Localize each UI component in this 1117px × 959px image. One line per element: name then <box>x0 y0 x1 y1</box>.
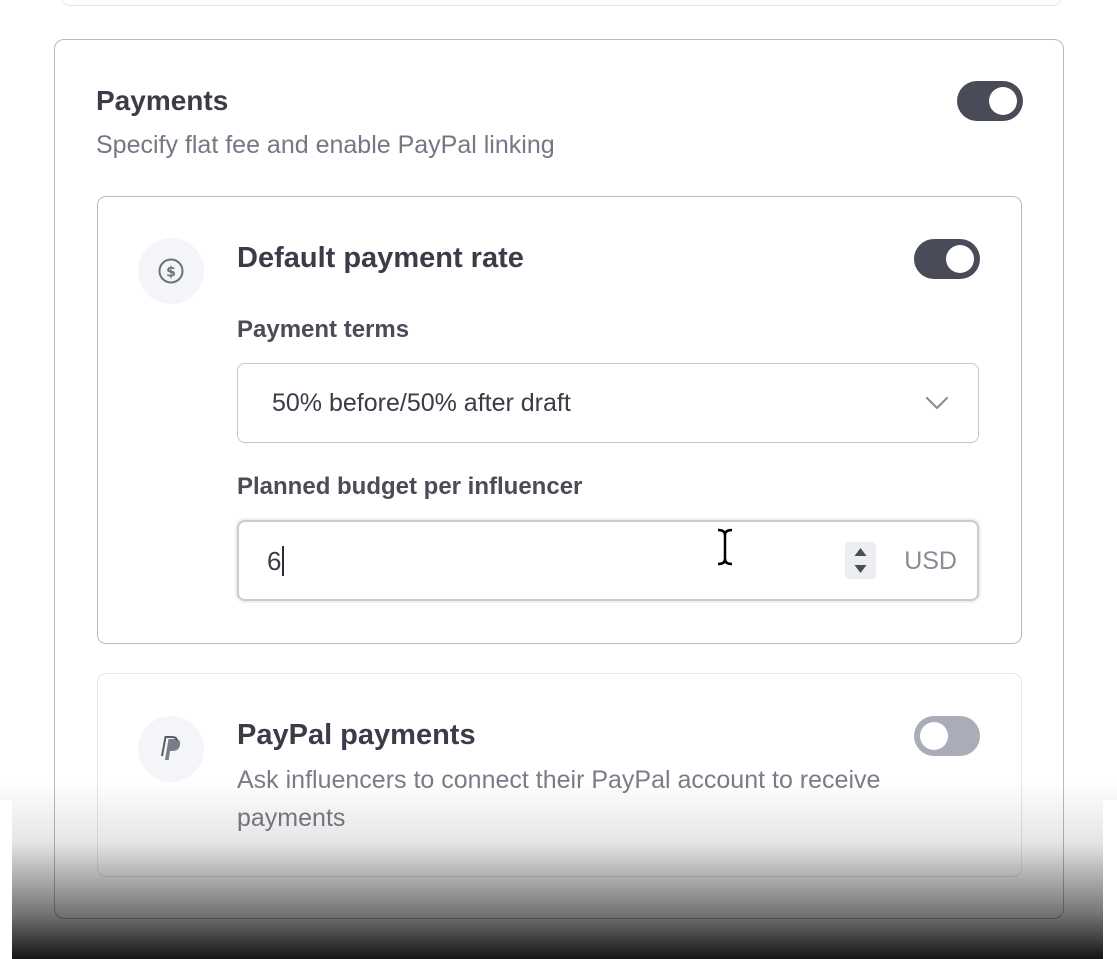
text-caret <box>282 546 285 576</box>
dollar-circle-icon: $ <box>138 238 204 304</box>
toggle-knob <box>946 245 974 273</box>
default-payment-rate-toggle[interactable] <box>914 239 980 279</box>
default-payment-rate-title: Default payment rate <box>237 242 524 274</box>
chevron-down-icon <box>924 390 950 421</box>
payments-toggle[interactable] <box>957 81 1023 121</box>
paypal-payments-description: Ask influencers to connect their PayPal … <box>237 766 881 832</box>
planned-budget-label: Planned budget per influencer <box>237 473 583 500</box>
planned-budget-input[interactable]: 6 USD <box>237 520 979 601</box>
planned-budget-value: 6 <box>267 544 285 578</box>
toggle-knob <box>989 87 1017 115</box>
number-stepper[interactable] <box>845 542 876 579</box>
paypal-icon <box>138 716 204 782</box>
svg-text:$: $ <box>166 265 176 281</box>
payments-subtitle: Specify flat fee and enable PayPal linki… <box>96 131 555 159</box>
payment-terms-value: 50% before/50% after draft <box>272 389 571 417</box>
text-cursor-icon <box>712 527 738 572</box>
payments-title: Payments <box>96 85 229 116</box>
currency-unit: USD <box>904 547 957 575</box>
paypal-payments-title: PayPal payments <box>237 719 476 751</box>
frame-edge-right <box>1103 800 1117 959</box>
paypal-payments-toggle[interactable] <box>914 716 980 756</box>
toggle-knob <box>920 722 948 750</box>
stepper-up-icon <box>854 548 867 556</box>
previous-section-card <box>60 0 1062 6</box>
frame-edge-left <box>0 800 12 959</box>
payment-terms-label: Payment terms <box>237 316 410 343</box>
payment-terms-select[interactable]: 50% before/50% after draft <box>237 363 979 443</box>
stepper-down-icon <box>854 565 867 573</box>
